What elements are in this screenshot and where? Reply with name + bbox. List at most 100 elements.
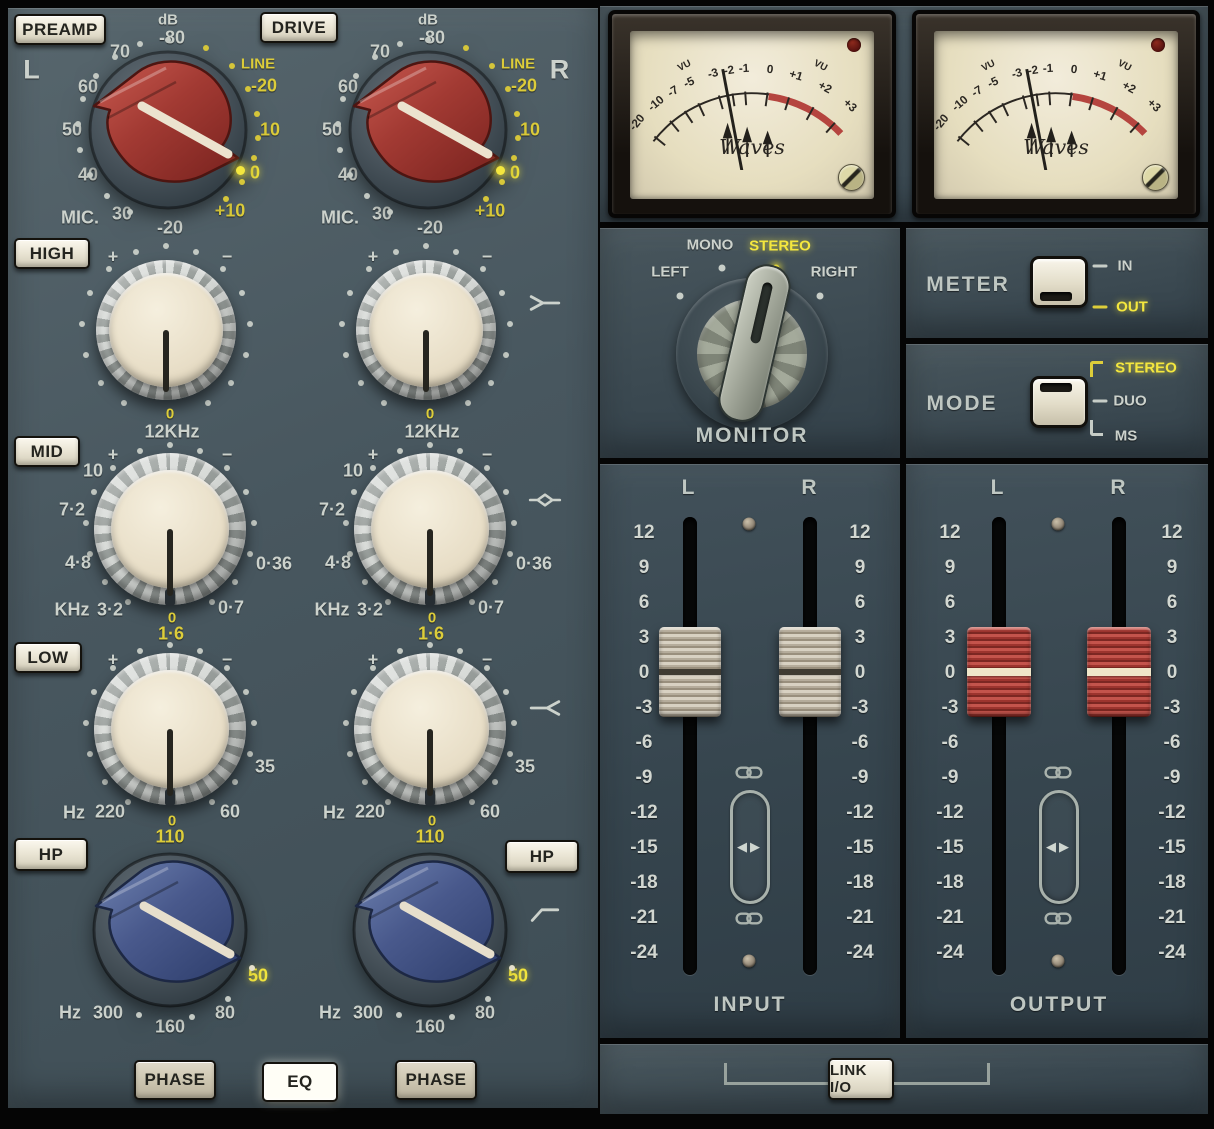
- vu-face: -20 -10 -7 -5 -3 -2 -1 0 +1 +2 +3 VU VU: [630, 31, 874, 199]
- preamp-gain-knob-right[interactable]: [338, 40, 518, 220]
- vu-meter-right: -20 -10 -7 -5 -3 -2 -1 0 +1 +2 +3 VU VU: [912, 10, 1200, 218]
- high-band-button[interactable]: HIGH: [14, 238, 90, 269]
- output-fader-right[interactable]: [1087, 627, 1151, 717]
- phase-button-right[interactable]: PHASE: [395, 1060, 477, 1100]
- vu-screw: [838, 164, 865, 191]
- scale-value: -6: [1164, 732, 1181, 754]
- channel-strip-plugin: PREAMP DRIVE L R dB -80 70 60 50 40 MIC.…: [0, 0, 1214, 1129]
- input-link-led: [743, 518, 756, 531]
- low-knob-left[interactable]: [94, 653, 246, 805]
- fader-scale: 129630-3-6-9-12-15-18-21-24: [622, 515, 666, 970]
- scale-value: 3: [855, 627, 866, 649]
- monitor-option-stereo[interactable]: STEREO: [749, 238, 811, 255]
- mid-freq-tick: 4·8: [325, 553, 351, 574]
- vu-tick: -1: [1042, 62, 1054, 76]
- scale-value: -3: [852, 697, 869, 719]
- link-chain-icon[interactable]: [735, 766, 763, 785]
- scale-value: -15: [1158, 837, 1185, 859]
- hp-hz-label: Hz: [319, 1003, 341, 1024]
- knob-pointer: [423, 330, 429, 392]
- mode-switch[interactable]: [1030, 376, 1088, 428]
- vu-tick: +1: [1092, 67, 1109, 83]
- low-freq-tick: 35: [515, 757, 535, 778]
- scale-value: -21: [846, 907, 873, 929]
- scale-value: 12: [1161, 522, 1182, 544]
- drive-button[interactable]: DRIVE: [260, 12, 338, 43]
- link-chain-icon[interactable]: [1044, 912, 1072, 931]
- output-fader-left[interactable]: [967, 627, 1031, 717]
- mode-option-stereo[interactable]: STEREO: [1115, 360, 1177, 377]
- monitor-option-left[interactable]: LEFT: [651, 264, 689, 281]
- high-gain-knob-left[interactable]: [96, 260, 236, 400]
- output-fader-track-left[interactable]: [992, 517, 1006, 975]
- input-fader-track-right[interactable]: [803, 517, 817, 975]
- vu-tick: +3: [841, 96, 860, 115]
- mode-option-ms[interactable]: MS: [1115, 428, 1138, 445]
- selected-dot: [496, 166, 505, 175]
- low-shelf-icon: [528, 700, 562, 717]
- eq-button[interactable]: EQ: [262, 1062, 338, 1102]
- mid-band-button[interactable]: MID: [14, 436, 80, 467]
- link-io-button[interactable]: LINK I/O: [828, 1058, 894, 1100]
- monitor-option-right[interactable]: RIGHT: [811, 264, 858, 281]
- input-balance-control[interactable]: ◀▶: [730, 790, 770, 904]
- vu-tick: -5: [986, 74, 1001, 90]
- input-fader-track-left[interactable]: [683, 517, 697, 975]
- channel-right-label: R: [550, 55, 571, 86]
- mid-knob-left[interactable]: [94, 453, 246, 605]
- scale-value: -24: [1158, 942, 1185, 964]
- meter-section: METER IN OUT: [906, 228, 1208, 338]
- low-knob-right[interactable]: [354, 653, 506, 805]
- preamp-gain-knob-left[interactable]: [78, 40, 258, 220]
- vu-tick: -3: [706, 66, 720, 81]
- low-band-button[interactable]: LOW: [14, 642, 82, 673]
- input-fader-left[interactable]: [659, 627, 721, 717]
- channel-left-label: L: [23, 55, 41, 86]
- phase-button-left[interactable]: PHASE: [134, 1060, 216, 1100]
- vu-tick: +3: [1145, 96, 1164, 115]
- output-balance-control[interactable]: ◀▶: [1039, 790, 1079, 904]
- output-fader-track-right[interactable]: [1112, 517, 1126, 975]
- hp-knob-right[interactable]: [340, 840, 520, 1020]
- mid-knob-right[interactable]: [354, 453, 506, 605]
- vu-label: VU: [676, 58, 693, 74]
- input-led: [743, 955, 756, 968]
- brand-logo: Waves: [719, 135, 785, 159]
- link-chain-icon[interactable]: [735, 912, 763, 931]
- hp-button-left[interactable]: HP: [14, 838, 88, 871]
- meter-option-out[interactable]: OUT: [1116, 299, 1148, 316]
- high-shelf-icon: [528, 295, 562, 312]
- bracket-line: [724, 1082, 828, 1085]
- input-fader-right[interactable]: [779, 627, 841, 717]
- scale-value: -6: [636, 732, 653, 754]
- highpass-slope-icon: [528, 903, 562, 923]
- monitor-title: MONITOR: [696, 424, 809, 448]
- scale-value: -21: [630, 907, 657, 929]
- mid-freq-tick: 7·2: [59, 500, 85, 521]
- scale-value: -18: [1158, 872, 1185, 894]
- mid-freq-tick: 0·36: [516, 554, 552, 575]
- vu-scale: -20 -10 -7 -5 -3 -2 -1 0 +1 +2 +3 VU VU: [630, 33, 874, 170]
- preamp-line-tick: 10: [520, 120, 540, 141]
- connector-dash: [1093, 306, 1108, 309]
- mode-option-duo[interactable]: DUO: [1113, 393, 1146, 410]
- mid-khz-label: KHz: [55, 600, 90, 621]
- monitor-knob[interactable]: [676, 278, 828, 430]
- scale-value: 9: [1167, 557, 1178, 579]
- input-title: INPUT: [714, 993, 787, 1017]
- scale-value: 3: [1167, 627, 1178, 649]
- link-chain-icon[interactable]: [1044, 766, 1072, 785]
- knob-pointer: [427, 729, 433, 796]
- high-gain-knob-right[interactable]: [356, 260, 496, 400]
- monitor-dot: [719, 265, 726, 272]
- meter-switch[interactable]: [1030, 256, 1088, 308]
- low-freq-tick: 35: [255, 757, 275, 778]
- meter-option-in[interactable]: IN: [1118, 258, 1133, 275]
- scale-value: 0: [639, 662, 650, 684]
- scale-value: 6: [855, 592, 866, 614]
- brand-logo: Waves: [1023, 135, 1089, 159]
- vu-scale: -20 -10 -7 -5 -3 -2 -1 0 +1 +2 +3 VU VU: [934, 33, 1178, 170]
- scale-value: -6: [942, 732, 959, 754]
- monitor-option-mono[interactable]: MONO: [687, 237, 734, 254]
- hp-knob-left[interactable]: [80, 840, 260, 1020]
